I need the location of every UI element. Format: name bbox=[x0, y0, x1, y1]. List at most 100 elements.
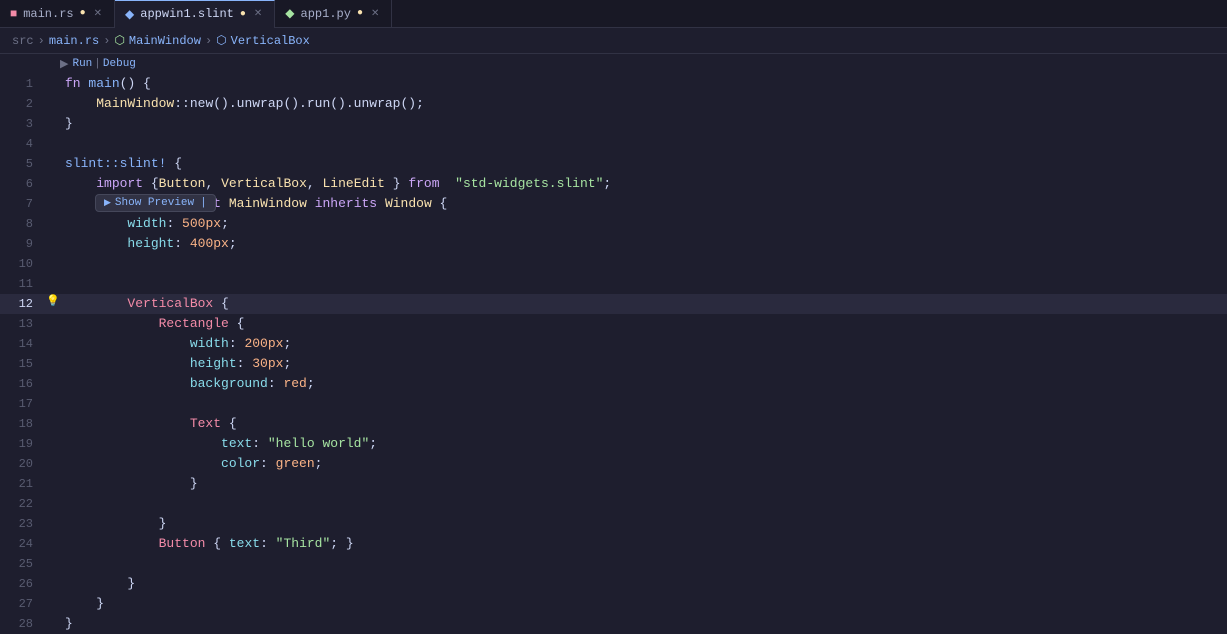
line-22: 22 bbox=[0, 494, 1227, 514]
line-13: 13 Rectangle { bbox=[0, 314, 1227, 334]
line-code-7: export component MainWindow inherits Win… bbox=[61, 194, 1227, 214]
tab-icon-py: ◆ bbox=[285, 6, 294, 21]
line-num-20: 20 bbox=[0, 454, 45, 474]
line-2: 2 MainWindow::new().unwrap().run().unwra… bbox=[0, 94, 1227, 114]
line-code-9: height: 400px; bbox=[61, 234, 1227, 254]
line-num-25: 25 bbox=[0, 554, 45, 574]
hover-popup[interactable]: Show Preview | bbox=[95, 194, 216, 212]
line-code-5: slint::slint! { bbox=[61, 154, 1227, 174]
line-code-8: width: 500px; bbox=[61, 214, 1227, 234]
line-code-16: background: red; bbox=[61, 374, 1227, 394]
line-num-21: 21 bbox=[0, 474, 45, 494]
breadcrumb-mainrs[interactable]: main.rs bbox=[49, 34, 99, 48]
line-code-13: Rectangle { bbox=[61, 314, 1227, 334]
line-24: 24 Button { text: "Third"; } bbox=[0, 534, 1227, 554]
breadcrumb-verticalbox-icon: ⬡ bbox=[216, 33, 226, 48]
line-code-24: Button { text: "Third"; } bbox=[61, 534, 1227, 554]
tab-bar: ■ main.rs ● ✕ ◆ appwin1.slint ● ✕ ◆ app1… bbox=[0, 0, 1227, 28]
tab-main-rs[interactable]: ■ main.rs ● ✕ bbox=[0, 0, 115, 28]
line-code-18: Text { bbox=[61, 414, 1227, 434]
line-5: 5 slint::slint! { bbox=[0, 154, 1227, 174]
line-code-23: } bbox=[61, 514, 1227, 534]
line-code-19: text: "hello world"; bbox=[61, 434, 1227, 454]
bulb-icon[interactable]: 💡 bbox=[46, 294, 60, 308]
breadcrumb-sep2: › bbox=[103, 34, 110, 48]
line-12: 12 💡 VerticalBox { bbox=[0, 294, 1227, 314]
run-triangle-icon: ▶ bbox=[60, 57, 68, 71]
debug-link[interactable]: Debug bbox=[103, 58, 136, 70]
line-3: 3 } bbox=[0, 114, 1227, 134]
line-code-15: height: 30px; bbox=[61, 354, 1227, 374]
breadcrumb-sep1: › bbox=[38, 34, 45, 48]
line-num-8: 8 bbox=[0, 214, 45, 234]
tab-close-appwin1[interactable]: ✕ bbox=[252, 7, 264, 21]
tab-close-app1py[interactable]: ✕ bbox=[369, 7, 381, 21]
line-num-23: 23 bbox=[0, 514, 45, 534]
line-num-19: 19 bbox=[0, 434, 45, 454]
line-num-4: 4 bbox=[0, 134, 45, 154]
line-code-12: VerticalBox { bbox=[61, 294, 1227, 314]
line-11: 11 bbox=[0, 274, 1227, 294]
tab-close-main-rs[interactable]: ✕ bbox=[92, 7, 104, 21]
line-num-5: 5 bbox=[0, 154, 45, 174]
editor: 1 fn main() { 2 MainWindow::new().unwrap… bbox=[0, 74, 1227, 634]
tab-modified-appwin1: ● bbox=[240, 9, 246, 20]
breadcrumb-mainwindow-icon: ⬡ bbox=[114, 33, 124, 48]
line-1: 1 fn main() { bbox=[0, 74, 1227, 94]
hover-popup-label: Show Preview bbox=[115, 197, 194, 209]
run-link[interactable]: Run bbox=[72, 58, 92, 70]
line-code-20: color: green; bbox=[61, 454, 1227, 474]
breadcrumb-mainwindow[interactable]: MainWindow bbox=[129, 34, 201, 48]
tab-icon-rs: ■ bbox=[10, 7, 17, 21]
line-num-24: 24 bbox=[0, 534, 45, 554]
line-8: 8 width: 500px; bbox=[0, 214, 1227, 234]
line-num-6: 6 bbox=[0, 174, 45, 194]
line-code-1: fn main() { bbox=[61, 74, 1227, 94]
line-code-27: } bbox=[61, 594, 1227, 614]
tab-label-appwin1: appwin1.slint bbox=[140, 7, 234, 21]
line-27: 27 } bbox=[0, 594, 1227, 614]
line-num-16: 16 bbox=[0, 374, 45, 394]
line-num-15: 15 bbox=[0, 354, 45, 374]
line-18: 18 Text { bbox=[0, 414, 1227, 434]
line-17: 17 bbox=[0, 394, 1227, 414]
line-19: 19 text: "hello world"; bbox=[0, 434, 1227, 454]
line-num-9: 9 bbox=[0, 234, 45, 254]
code-area: 1 fn main() { 2 MainWindow::new().unwrap… bbox=[0, 74, 1227, 634]
tab-app1-py[interactable]: ◆ app1.py ● ✕ bbox=[275, 0, 392, 28]
line-code-3: } bbox=[61, 114, 1227, 134]
line-gutter-12: 💡 bbox=[45, 294, 61, 308]
cursor-indicator: | bbox=[200, 197, 207, 209]
run-bar: ▶ Run | Debug bbox=[0, 54, 1227, 74]
tab-label-app1py: app1.py bbox=[301, 7, 351, 21]
line-num-1: 1 bbox=[0, 74, 45, 94]
line-code-14: width: 200px; bbox=[61, 334, 1227, 354]
line-code-26: } bbox=[61, 574, 1227, 594]
run-sep: | bbox=[94, 58, 101, 70]
line-code-21: } bbox=[61, 474, 1227, 494]
line-num-17: 17 bbox=[0, 394, 45, 414]
line-25: 25 bbox=[0, 554, 1227, 574]
line-num-13: 13 bbox=[0, 314, 45, 334]
line-code-28: } bbox=[61, 614, 1227, 634]
line-num-11: 11 bbox=[0, 274, 45, 294]
tab-modified-main-rs: ● bbox=[80, 8, 86, 19]
breadcrumb: src › main.rs › ⬡ MainWindow › ⬡ Vertica… bbox=[0, 28, 1227, 54]
breadcrumb-verticalbox[interactable]: VerticalBox bbox=[231, 34, 310, 48]
line-20: 20 color: green; bbox=[0, 454, 1227, 474]
line-num-12: 12 bbox=[0, 294, 45, 314]
line-num-2: 2 bbox=[0, 94, 45, 114]
tab-modified-app1py: ● bbox=[357, 8, 363, 19]
line-code-6: import {Button, VerticalBox, LineEdit } … bbox=[61, 174, 1227, 194]
breadcrumb-src[interactable]: src bbox=[12, 34, 34, 48]
line-15: 15 height: 30px; bbox=[0, 354, 1227, 374]
line-num-14: 14 bbox=[0, 334, 45, 354]
line-num-22: 22 bbox=[0, 494, 45, 514]
line-code-2: MainWindow::new().unwrap().run().unwrap(… bbox=[61, 94, 1227, 114]
line-16: 16 background: red; bbox=[0, 374, 1227, 394]
tab-appwin1-slint[interactable]: ◆ appwin1.slint ● ✕ bbox=[115, 0, 275, 28]
line-num-26: 26 bbox=[0, 574, 45, 594]
line-num-18: 18 bbox=[0, 414, 45, 434]
line-num-27: 27 bbox=[0, 594, 45, 614]
line-6: 6 import {Button, VerticalBox, LineEdit … bbox=[0, 174, 1227, 194]
